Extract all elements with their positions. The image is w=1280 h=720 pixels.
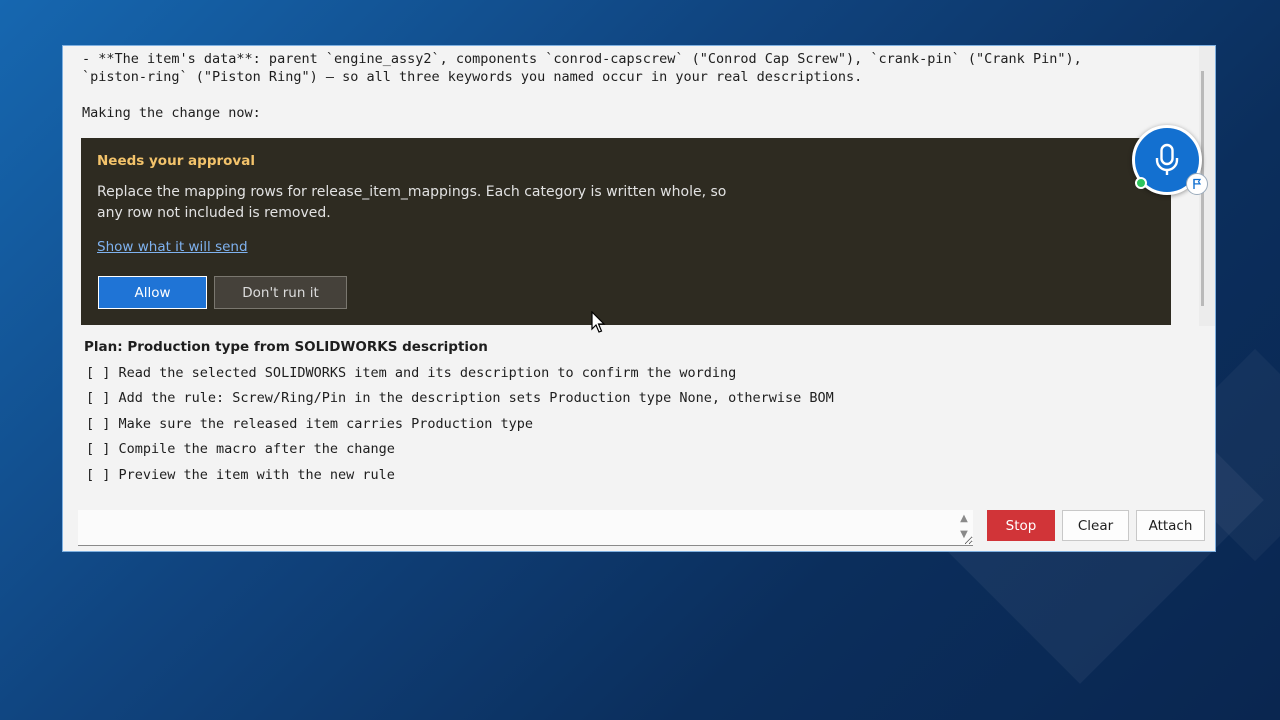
scroll-down-arrow-icon[interactable]: ▼ (958, 529, 970, 541)
transcript-line: - **The item's data**: parent `engine_as… (82, 51, 1082, 67)
transcript-line: Making the change now: (82, 105, 261, 121)
chat-transcript: - **The item's data**: parent `engine_as… (63, 46, 1199, 501)
chat-input-row: ▲ ▼ Stop Clear Attach (63, 501, 1215, 551)
microphone-icon (1155, 143, 1179, 175)
plan-item: [ ] Read the selected SOLIDWORKS item an… (86, 365, 737, 381)
approval-title: Needs your approval (97, 153, 255, 169)
stop-button[interactable]: Stop (987, 510, 1055, 541)
approval-panel: Needs your approval Replace the mapping … (81, 138, 1171, 325)
online-status-dot-icon (1135, 177, 1147, 189)
show-request-link[interactable]: Show what it will send (97, 239, 248, 255)
plan-title: Plan: Production type from SOLIDWORKS de… (84, 339, 488, 355)
plan-item: [ ] Compile the macro after the change (86, 441, 395, 458)
approval-description: Replace the mapping rows for release_ite… (97, 184, 727, 221)
chat-input[interactable] (78, 510, 973, 546)
transcript-line: `piston-ring` ("Piston Ring") — so all t… (82, 69, 863, 85)
plan-checklist: [ ] Read the selected SOLIDWORKS item an… (86, 365, 834, 492)
mouse-pointer-icon (591, 310, 607, 339)
plan-item: [ ] Preview the item with the new rule (86, 466, 395, 483)
assistant-chat-window: - **The item's data**: parent `engine_as… (62, 45, 1216, 552)
plan-item: [ ] Add the rule: Screw/Ring/Pin in the … (86, 390, 834, 407)
attach-button[interactable]: Attach (1136, 510, 1205, 541)
dont-run-button[interactable]: Don't run it (214, 276, 347, 309)
scroll-up-arrow-icon[interactable]: ▲ (958, 513, 970, 525)
flag-glyph-icon (1193, 178, 1202, 189)
allow-button[interactable]: Allow (98, 276, 207, 309)
plan-item: [ ] Make sure the released item carries … (86, 415, 534, 432)
clear-button[interactable]: Clear (1062, 510, 1129, 541)
flag-icon[interactable] (1186, 173, 1208, 195)
